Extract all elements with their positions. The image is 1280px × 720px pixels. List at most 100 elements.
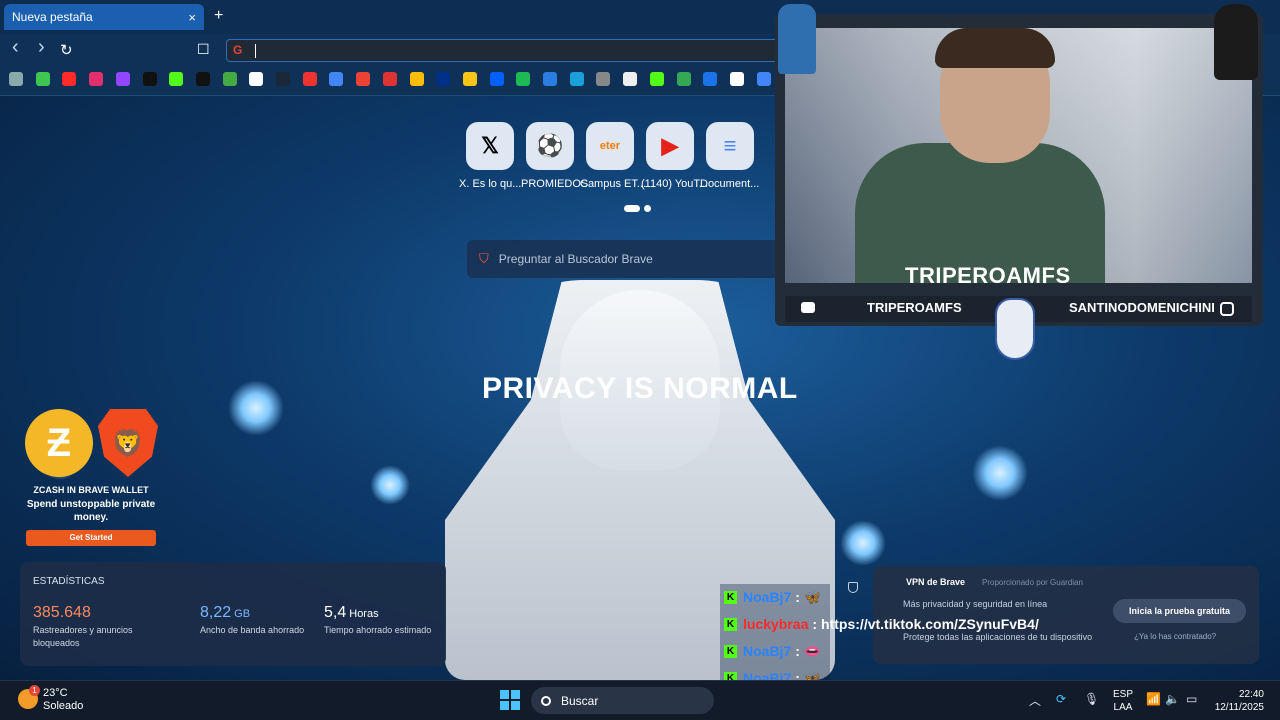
- bookmark-yellow[interactable]: [462, 72, 477, 86]
- screen: Nueva pestaña × + ‹ › ↻ ☐ G 𝕏 X. Es lo qu…: [0, 0, 1280, 720]
- shortcut-docs-icon[interactable]: ≡: [706, 122, 754, 170]
- address-bar[interactable]: G: [226, 39, 786, 62]
- weather-temperature: 23°C: [43, 687, 68, 699]
- drive-icon[interactable]: [676, 72, 691, 86]
- reload-button[interactable]: ↻: [60, 41, 73, 59]
- close-tab-icon[interactable]: ×: [188, 10, 196, 25]
- shortcut-youtube-icon[interactable]: ▶: [646, 122, 694, 170]
- chat-separator: :: [795, 643, 800, 659]
- chat-username: NoaBj7: [743, 643, 792, 659]
- pager-dot-active[interactable]: [624, 205, 640, 212]
- stat-number: 5,4: [324, 604, 347, 621]
- youtube-icon[interactable]: [62, 72, 77, 86]
- pager-dot[interactable]: [644, 205, 651, 212]
- download-icon[interactable]: [543, 72, 557, 86]
- battery-icon[interactable]: ▭: [1186, 692, 1197, 706]
- back-button[interactable]: ‹: [12, 36, 19, 59]
- chat-username: luckybraa: [743, 616, 809, 632]
- stat-description: Rastreadores y anuncios bloqueados: [33, 625, 133, 648]
- club-crest-icon: [995, 298, 1035, 360]
- pencil-icon[interactable]: [409, 72, 424, 86]
- cycle-icon[interactable]: [569, 72, 584, 86]
- bookmark-red[interactable]: [302, 72, 317, 86]
- vpn-already-subscribed-link[interactable]: ¿Ya lo has contratado?: [1134, 632, 1216, 641]
- promo-subtitle: Spend unstoppable private money.: [26, 499, 156, 523]
- shortcut-eter-icon[interactable]: eter: [586, 122, 634, 170]
- shortcut-label[interactable]: Document...: [700, 178, 759, 190]
- twitch-icon[interactable]: [115, 72, 130, 86]
- dropbox-icon[interactable]: [489, 72, 504, 86]
- mail-icon[interactable]: [703, 72, 718, 86]
- kick-icon: K: [724, 617, 737, 631]
- taskbar-search[interactable]: Buscar: [531, 687, 714, 714]
- shortcut-label[interactable]: Campus ET...: [580, 178, 646, 190]
- weather-condition: Soleado: [43, 700, 84, 712]
- language-code: ESP: [1113, 689, 1134, 700]
- sync-icon[interactable]: ⟳: [1056, 692, 1066, 706]
- background-headline: PRIVACY IS NORMAL: [482, 372, 798, 405]
- forward-button[interactable]: ›: [38, 36, 45, 59]
- volume-icon[interactable]: 🔈: [1165, 692, 1180, 706]
- kick-icon[interactable]: [169, 72, 184, 86]
- tab-title: Nueva pestaña: [12, 10, 93, 24]
- google-icon[interactable]: [249, 72, 264, 86]
- stat-number: 8,22: [200, 604, 232, 621]
- chat-text: 👄: [803, 642, 822, 659]
- spotify-icon[interactable]: [516, 72, 531, 86]
- steam-icon[interactable]: [276, 72, 290, 86]
- start-button[interactable]: [500, 690, 520, 710]
- vpn-trial-button[interactable]: Inicia la prueba gratuita: [1113, 599, 1246, 623]
- shortcut-label[interactable]: PROMIEDOS: [521, 178, 588, 190]
- vpn-title: VPN de Brave: [906, 577, 966, 587]
- x-icon[interactable]: [195, 72, 210, 86]
- chrome-icon[interactable]: [756, 72, 771, 86]
- google-icon-2[interactable]: [729, 72, 744, 86]
- shortcut-label[interactable]: (1140) YouT...: [641, 178, 708, 190]
- bokeh-light: [370, 465, 410, 505]
- eter-icon: eter: [599, 140, 621, 152]
- bookmark-active[interactable]: [222, 72, 237, 86]
- tray-chevron-icon[interactable]: ︿: [1029, 692, 1041, 709]
- new-tab-button[interactable]: +: [214, 7, 223, 25]
- stat-value: 8,22 GB: [200, 604, 250, 622]
- paypal-icon[interactable]: [436, 72, 451, 86]
- soccer-ball-icon: ⚽: [536, 133, 564, 158]
- chat-username: NoaBj7: [743, 589, 792, 605]
- puzzle-icon[interactable]: [649, 72, 664, 86]
- gmail-icon[interactable]: [356, 72, 371, 86]
- zcash-logo-icon: Ƶ: [25, 409, 93, 477]
- clock-date: 12/11/2025: [1214, 702, 1264, 713]
- stat-unit: Horas: [349, 608, 379, 620]
- instagram-icon: [1220, 302, 1234, 316]
- microphone-icon[interactable]: 🎙: [1084, 692, 1099, 706]
- apps-icon[interactable]: [9, 72, 23, 86]
- bokeh-light: [972, 445, 1028, 501]
- language-indicator[interactable]: ESP LAA: [1113, 688, 1133, 714]
- diamond-icon[interactable]: [623, 72, 638, 86]
- settings-icon[interactable]: [596, 72, 611, 86]
- streamer-name: TRIPEROAMFS: [905, 263, 1071, 288]
- tiktok-icon[interactable]: [142, 72, 157, 86]
- chat-message: Kluckybraa: https://vt.tiktok.com/ZSynuFv…: [720, 611, 1039, 637]
- stat-unit: GB: [234, 608, 251, 620]
- shortcut-soccer-ball-icon[interactable]: ⚽: [526, 122, 574, 170]
- stat-value: 385.648: [33, 604, 94, 622]
- wifi-icon[interactable]: 📶: [1146, 692, 1161, 706]
- system-clock[interactable]: 22:40 12/11/2025: [1211, 688, 1264, 714]
- tab-new-tab[interactable]: Nueva pestaña ×: [4, 4, 204, 30]
- bookmark-55[interactable]: [35, 72, 50, 86]
- stat-description: Tiempo ahorrado estimado: [324, 625, 432, 635]
- docs-icon: ≡: [723, 133, 737, 158]
- get-started-button[interactable]: Get Started: [26, 530, 156, 546]
- brave-search-box[interactable]: ⛉ Preguntar al Buscador Brave: [467, 240, 777, 278]
- bookmark-button[interactable]: ☐: [197, 41, 210, 58]
- chat-text: https://vt.tiktok.com/ZSynuFvB4/: [821, 616, 1039, 632]
- instagram-icon[interactable]: [89, 72, 104, 86]
- chart-icon[interactable]: [382, 72, 397, 86]
- vpn-feature-1: Más privacidad y seguridad en línea: [903, 599, 1048, 609]
- shortcut-x-icon[interactable]: 𝕏: [466, 122, 514, 170]
- shortcut-label[interactable]: X. Es lo qu...: [459, 178, 521, 190]
- docs-icon[interactable]: [329, 72, 344, 86]
- stats-title: ESTADÍSTICAS: [33, 576, 105, 587]
- x-icon: 𝕏: [481, 133, 499, 158]
